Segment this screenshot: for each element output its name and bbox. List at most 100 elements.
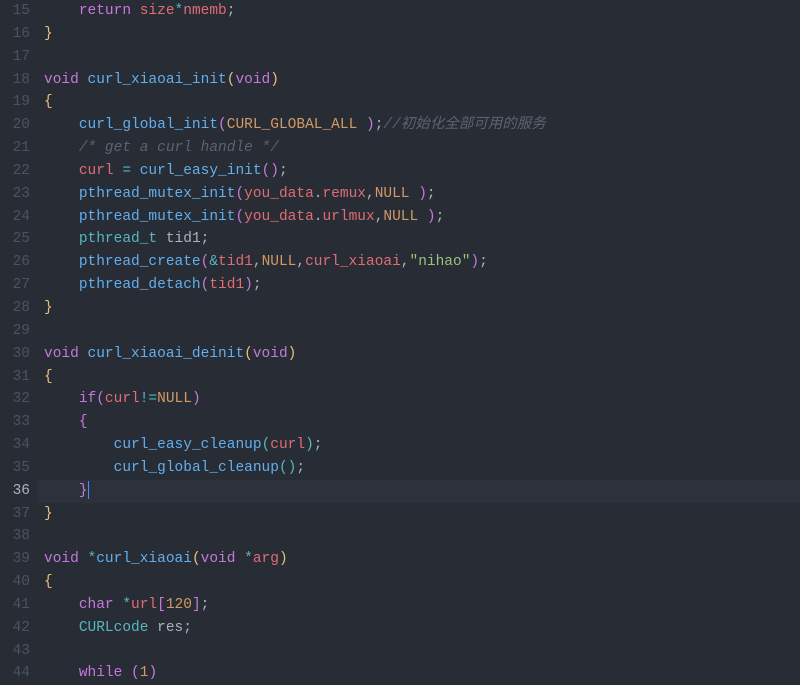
token-type: char [79,597,114,613]
line-number: 32 [0,388,30,411]
token-brace2: ] [192,597,201,613]
code-line[interactable]: { [38,366,800,389]
code-line[interactable]: pthread_t tid1; [38,228,800,251]
code-line[interactable] [38,320,800,343]
token-type: void [44,72,79,88]
token-punc: ; [314,437,323,453]
token-brace: { [44,574,53,590]
token-num: 1 [140,665,149,681]
token-punc: ; [201,231,210,247]
token-brace2: ( [235,209,244,225]
line-number: 21 [0,137,30,160]
token-brace: ) [270,72,279,88]
token-id: you_data [244,209,314,225]
code-line[interactable]: pthread_mutex_init(you_data.urlmux,NULL … [38,206,800,229]
line-number: 36 [0,480,30,503]
token-typename: pthread_t [79,231,157,247]
line-number: 40 [0,571,30,594]
code-line[interactable]: } [38,23,800,46]
token-brace3: ( [279,460,288,476]
line-number: 17 [0,46,30,69]
code-line[interactable]: curl_global_cleanup(); [38,457,800,480]
token-txt [44,483,79,499]
token-op: * [122,597,131,613]
line-number: 35 [0,457,30,480]
code-line[interactable]: void curl_xiaoai_deinit(void) [38,343,800,366]
code-line[interactable]: pthread_mutex_init(you_data.remux,NULL )… [38,183,800,206]
token-fn: curl_xiaoai [96,551,192,567]
line-number: 22 [0,160,30,183]
code-line[interactable]: void curl_xiaoai_init(void) [38,69,800,92]
code-line[interactable]: if(curl!=NULL) [38,388,800,411]
token-brace: ) [288,346,297,362]
code-line[interactable]: } [38,480,800,503]
token-fn: curl_easy_init [140,163,262,179]
token-type: void [201,551,236,567]
code-line[interactable]: { [38,91,800,114]
code-line[interactable]: { [38,571,800,594]
code-line[interactable]: curl_global_init(CURL_GLOBAL_ALL );//初始化… [38,114,800,137]
token-txt [44,163,79,179]
token-id: curl [105,391,140,407]
line-number: 25 [0,228,30,251]
token-brace2: ( [218,117,227,133]
token-type: void [44,346,79,362]
code-line[interactable] [38,525,800,548]
code-editor[interactable]: 1516171819202122232425262728293031323334… [0,0,800,665]
token-kw: return [79,3,131,19]
token-typename: CURLcode [79,620,149,636]
token-id: nmemb [183,3,227,19]
line-number: 15 [0,0,30,23]
line-number: 24 [0,206,30,229]
code-line[interactable]: void *curl_xiaoai(void *arg) [38,548,800,571]
code-line[interactable]: curl = curl_easy_init(); [38,160,800,183]
token-brace2: ) [418,186,427,202]
token-brace2: ( [235,186,244,202]
token-punc: ; [253,277,262,293]
code-line[interactable]: /* get a curl handle */ [38,137,800,160]
code-line[interactable]: curl_easy_cleanup(curl); [38,434,800,457]
token-const: CURL_GLOBAL_ALL [227,117,366,133]
code-line[interactable]: pthread_create(&tid1,NULL,curl_xiaoai,"n… [38,251,800,274]
code-line[interactable]: } [38,297,800,320]
token-id: urlmux [322,209,374,225]
token-txt [44,460,114,476]
code-line[interactable] [38,640,800,663]
line-number: 19 [0,91,30,114]
token-txt [44,254,79,270]
token-id: you_data [244,186,314,202]
token-id: url [131,597,157,613]
code-line[interactable]: } [38,503,800,526]
token-fn: pthread_detach [79,277,201,293]
token-txt [44,140,79,156]
code-line[interactable]: char *url[120]; [38,594,800,617]
token-brace2: ( [262,163,271,179]
token-const: NULL [157,391,192,407]
token-punc: ; [279,163,288,179]
token-brace2: } [79,483,88,499]
token-id: tid1 [209,277,244,293]
token-op: * [88,551,97,567]
code-line[interactable]: CURLcode res; [38,617,800,640]
token-punc: ; [427,186,436,202]
token-txt [44,437,114,453]
code-area[interactable]: return size*nmemb;} void curl_xiaoai_init… [38,0,800,665]
token-brace: } [44,300,53,316]
token-txt [131,163,140,179]
code-line[interactable]: { [38,411,800,434]
token-brace2: ) [192,391,201,407]
token-punc: ; [296,460,305,476]
code-line[interactable]: pthread_detach(tid1); [38,274,800,297]
code-line[interactable] [38,46,800,69]
token-brace: ) [279,551,288,567]
code-line[interactable]: while (1) [38,662,800,685]
token-kw: if [79,391,96,407]
token-brace2: ( [131,665,140,681]
token-punc: , [253,254,262,270]
token-brace2: ) [270,163,279,179]
code-line[interactable]: return size*nmemb; [38,0,800,23]
line-number: 16 [0,23,30,46]
line-number: 18 [0,69,30,92]
token-kw: while [79,665,123,681]
line-number: 44 [0,662,30,685]
